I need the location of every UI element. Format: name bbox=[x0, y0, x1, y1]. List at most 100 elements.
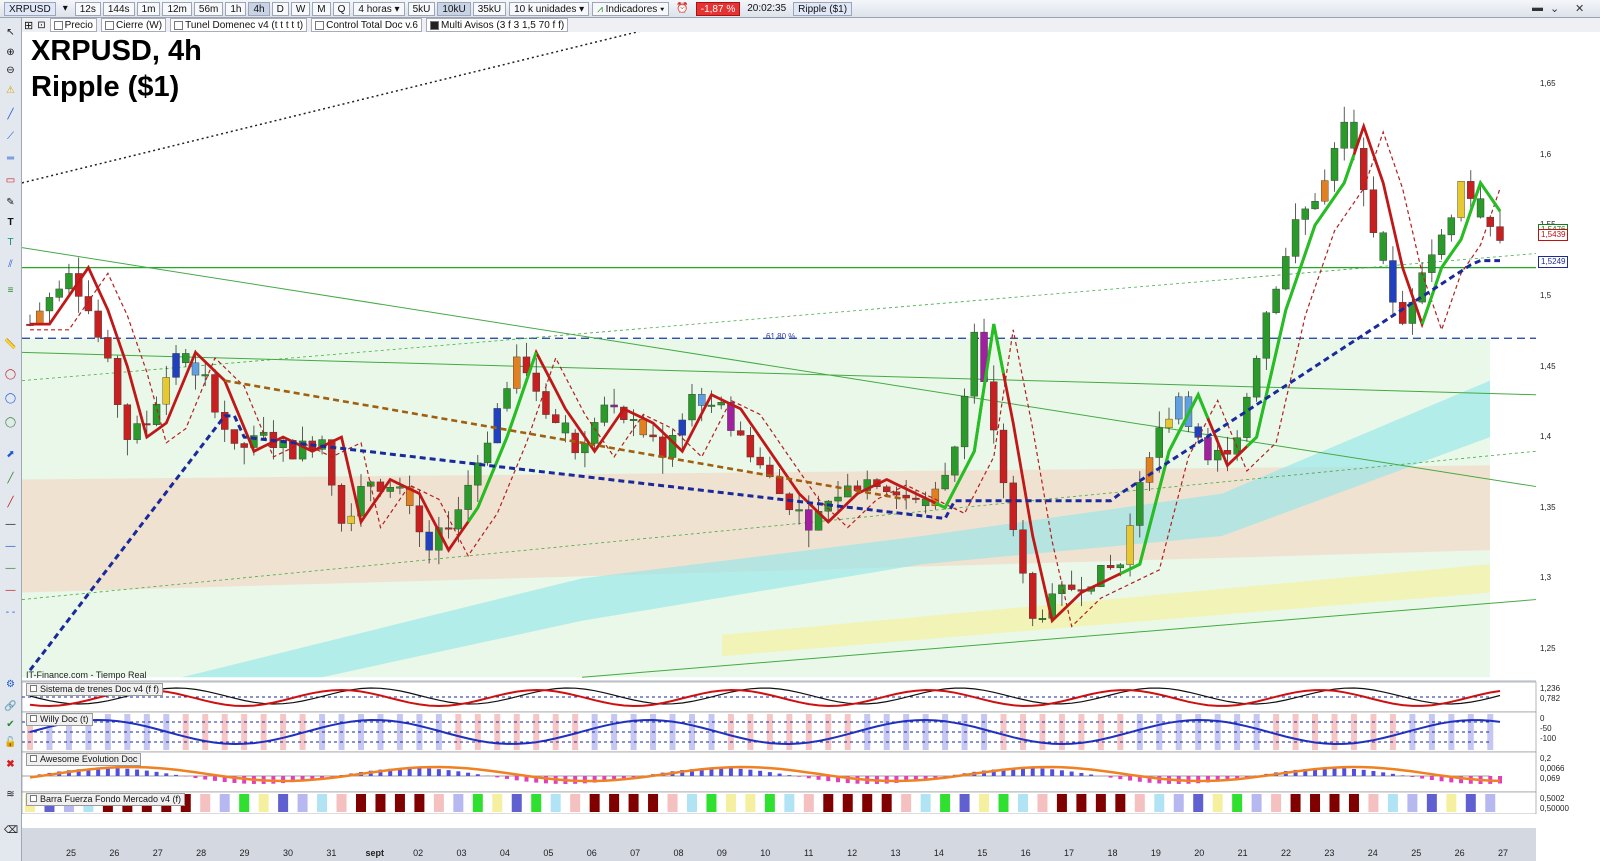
indicator-tag-label: Tunel Domenec v4 (t t t t t) bbox=[185, 19, 304, 31]
indicators-button[interactable]: ⩘ Indicadores ▾ bbox=[592, 1, 670, 16]
arrow-green-icon[interactable]: ╱ bbox=[4, 472, 17, 485]
timeframe-button-4h[interactable]: 4h bbox=[248, 1, 270, 16]
price-chart[interactable] bbox=[22, 32, 1600, 861]
check-icon[interactable]: ✔ bbox=[4, 718, 17, 731]
timeframe-button-M[interactable]: M bbox=[312, 1, 331, 16]
symbol-selector[interactable]: XRPUSD bbox=[4, 1, 56, 16]
timeframe-button-Q[interactable]: Q bbox=[332, 1, 351, 16]
timeframe-button-144s[interactable]: 144s bbox=[102, 1, 135, 16]
indicator-tag[interactable]: Tunel Domenec v4 (t t t t t) bbox=[170, 18, 308, 32]
close-icon[interactable]: ✕ bbox=[1575, 2, 1584, 15]
delete-icon[interactable]: ✖ bbox=[4, 758, 17, 771]
line-tool-icon[interactable]: ╱ bbox=[4, 108, 17, 121]
settings-icon[interactable]: ⚙ bbox=[4, 678, 17, 691]
ellipse-blue-icon[interactable]: ◯ bbox=[4, 392, 17, 405]
checkbox-icon[interactable] bbox=[104, 20, 114, 30]
checkbox-icon[interactable] bbox=[174, 20, 184, 30]
candle-body bbox=[1165, 418, 1173, 429]
candle-body bbox=[1369, 189, 1378, 233]
alert-icon[interactable]: ⚠ bbox=[4, 84, 17, 97]
add-icon[interactable]: ⊞ bbox=[24, 19, 33, 32]
timeframe-button-12m[interactable]: 12m bbox=[162, 1, 192, 16]
alarm-icon[interactable]: ⏰ bbox=[672, 2, 692, 16]
candle-body bbox=[999, 429, 1008, 484]
strength-bar bbox=[998, 794, 1009, 812]
channel-tool-icon[interactable]: ⫽ bbox=[4, 258, 17, 271]
label-tool-icon[interactable]: T bbox=[4, 236, 17, 249]
subpanel-title[interactable]: Awesome Evolution Doc bbox=[26, 753, 142, 766]
chevron-down-icon[interactable]: ▾ bbox=[59, 2, 72, 16]
timeframe-button-56m[interactable]: 56m bbox=[193, 1, 224, 16]
timeframe-button-1h[interactable]: 1h bbox=[225, 1, 247, 16]
cursor-icon[interactable]: ↖ bbox=[4, 26, 17, 39]
pencil-icon[interactable]: ✎ bbox=[4, 196, 17, 209]
timeframe-dropdown[interactable]: 4 horas ▾ bbox=[353, 1, 405, 16]
arrow-up-icon[interactable]: ⬈ bbox=[4, 448, 17, 461]
indicator-tag[interactable]: Multi Avisos (3 f 3 1,5 70 f f) bbox=[426, 18, 569, 32]
expand-icon[interactable]: ⊡ bbox=[37, 20, 45, 31]
change-badge: -1,87 % bbox=[695, 1, 741, 16]
checkbox-icon[interactable] bbox=[315, 20, 325, 30]
minimize-icon[interactable]: ▬ bbox=[1532, 2, 1543, 14]
time-tick-label: 03 bbox=[456, 848, 467, 858]
checkbox-icon[interactable] bbox=[30, 755, 37, 762]
candle-body bbox=[960, 395, 969, 448]
timeframe-button-W[interactable]: W bbox=[290, 1, 311, 16]
awesome-bar bbox=[758, 770, 763, 776]
arrow-red-icon[interactable]: ╱ bbox=[4, 496, 17, 509]
chevron-down-icon[interactable]: ⌄ bbox=[1550, 2, 1559, 15]
time-tick-label: 12 bbox=[847, 848, 858, 858]
timeframe-button-1m[interactable]: 1m bbox=[136, 1, 161, 16]
subpanel-title[interactable]: Barra Fuerza Fondo Mercado v4 (f) bbox=[26, 793, 186, 806]
ellipse-red-icon[interactable]: ◯ bbox=[4, 368, 17, 381]
subpanel-scale-label: 0,069 bbox=[1540, 774, 1561, 783]
layers-icon[interactable]: ≋ bbox=[4, 788, 17, 801]
units-dropdown[interactable]: 10 k unidades ▾ bbox=[509, 1, 590, 16]
zoom-out-icon[interactable]: ⊖ bbox=[4, 64, 17, 77]
awesome-bar bbox=[1390, 773, 1395, 776]
hline-tool-icon[interactable]: ═ bbox=[4, 152, 17, 165]
rect-tool-icon[interactable]: ▭ bbox=[4, 174, 17, 187]
checkbox-icon[interactable] bbox=[430, 20, 439, 30]
zoom-in-icon[interactable]: ⊕ bbox=[4, 46, 17, 59]
checkbox-icon[interactable] bbox=[30, 715, 37, 722]
hline-dash-icon[interactable]: - - bbox=[4, 606, 17, 619]
awesome-bar bbox=[174, 774, 179, 776]
strength-bar bbox=[1115, 794, 1126, 812]
unit-button-5kU[interactable]: 5kU bbox=[407, 1, 436, 16]
lock-icon[interactable]: 🔓 bbox=[4, 736, 17, 749]
hline-red-icon[interactable]: — bbox=[4, 584, 17, 597]
indicator-tag[interactable]: Cierre (W) bbox=[100, 18, 167, 32]
awesome-bar bbox=[1361, 769, 1366, 776]
hline-black-icon[interactable]: — bbox=[4, 518, 17, 531]
subpanel-title[interactable]: Sistema de trenes Doc v4 (f f) bbox=[26, 683, 164, 696]
subpanel-scale-label: 0,2 bbox=[1540, 754, 1552, 763]
timeframe-button-D[interactable]: D bbox=[271, 1, 289, 16]
timeframe-button-12s[interactable]: 12s bbox=[74, 1, 101, 16]
time-tick-label: 31 bbox=[326, 848, 337, 858]
indicator-tag-label: Cierre (W) bbox=[115, 19, 163, 31]
subpanel-title[interactable]: Willy Doc (t) bbox=[26, 713, 93, 726]
awesome-bar bbox=[115, 768, 120, 776]
indicator-tag[interactable]: Control Total Doc v.6 bbox=[311, 18, 422, 32]
checkbox-icon[interactable] bbox=[30, 685, 37, 692]
hline-blue-icon[interactable]: — bbox=[4, 540, 17, 553]
candle-body bbox=[1116, 564, 1125, 569]
checkbox-icon[interactable] bbox=[53, 20, 63, 30]
ellipse-green-icon[interactable]: ◯ bbox=[4, 416, 17, 429]
candle-body bbox=[1223, 450, 1232, 455]
indicator-tag[interactable]: Precio bbox=[49, 18, 97, 32]
unit-button-35kU[interactable]: 35kU bbox=[472, 1, 507, 16]
candle-body bbox=[1019, 529, 1027, 574]
text-tool-icon[interactable]: T bbox=[4, 216, 17, 229]
fib-tool-icon[interactable]: ≡ bbox=[4, 284, 17, 297]
hline-green-icon[interactable]: — bbox=[4, 562, 17, 575]
candle-body bbox=[844, 485, 852, 498]
unit-button-10kU[interactable]: 10kU bbox=[437, 1, 471, 16]
checkbox-icon[interactable] bbox=[30, 795, 37, 802]
eraser-icon[interactable]: ⌫ bbox=[4, 824, 18, 837]
ruler-icon[interactable]: 📏 bbox=[4, 338, 17, 351]
link-icon[interactable]: 🔗 bbox=[4, 700, 17, 713]
awesome-bar bbox=[1128, 776, 1133, 781]
ray-tool-icon[interactable]: ⟋ bbox=[4, 130, 17, 143]
